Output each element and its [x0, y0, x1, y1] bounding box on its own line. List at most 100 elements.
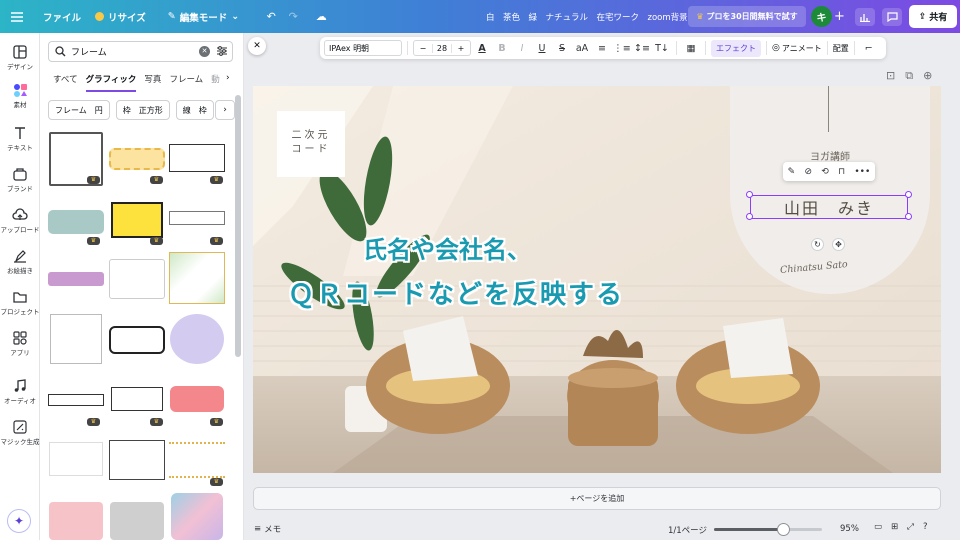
- rail-item-text[interactable]: テキスト: [0, 126, 40, 152]
- graphic-thumbnail[interactable]: [109, 326, 165, 354]
- graphic-thumbnail[interactable]: [109, 148, 165, 170]
- page-counter[interactable]: 1/1ページ: [668, 524, 707, 536]
- copy-style-icon[interactable]: ⊘: [804, 167, 812, 177]
- font-size-value[interactable]: 28: [432, 43, 452, 53]
- letter-case-icon[interactable]: aA: [573, 43, 591, 54]
- graphic-thumbnail[interactable]: [169, 252, 225, 304]
- graphic-thumbnail[interactable]: [50, 314, 102, 364]
- position-button[interactable]: 配置: [833, 43, 849, 54]
- rail-item-apps[interactable]: アプリ: [0, 331, 40, 357]
- graphic-thumbnail[interactable]: [169, 144, 225, 172]
- avatar[interactable]: キ: [811, 6, 832, 27]
- rail-item-brand[interactable]: ブランド: [0, 167, 40, 193]
- graphic-thumbnail[interactable]: [49, 442, 103, 476]
- bullet-list-icon[interactable]: ⋮≡: [613, 43, 631, 54]
- paint-format-icon[interactable]: ⌐: [860, 43, 878, 54]
- share-button[interactable]: ⇪ 共有: [909, 5, 957, 28]
- qr-code-placeholder[interactable]: 二次元 コード: [277, 111, 345, 177]
- file-menu[interactable]: ファイル: [36, 5, 88, 29]
- graphic-thumbnail[interactable]: [111, 387, 163, 411]
- graphic-thumbnail[interactable]: [170, 386, 224, 412]
- graphic-thumbnail[interactable]: [169, 442, 225, 478]
- undo-icon[interactable]: ↶: [260, 6, 282, 28]
- tab-frames[interactable]: フレーム: [169, 73, 203, 92]
- transparency-icon[interactable]: ▦: [682, 43, 700, 54]
- zoom-slider[interactable]: [714, 523, 822, 536]
- cloud-save-icon[interactable]: ☁: [310, 6, 332, 28]
- redo-icon[interactable]: ↷: [282, 6, 304, 28]
- underline-icon[interactable]: U: [533, 43, 551, 54]
- magic-assistant-button[interactable]: ✦: [7, 509, 31, 533]
- vertical-text-icon[interactable]: T↓: [653, 43, 671, 54]
- strikethrough-icon[interactable]: S: [553, 43, 571, 54]
- bold-icon[interactable]: B: [493, 43, 511, 54]
- resize-handle[interactable]: [905, 191, 912, 198]
- rail-item-magic[interactable]: マジック生成: [0, 420, 40, 446]
- comment-add-icon[interactable]: ⟲: [821, 167, 829, 177]
- hamburger-icon[interactable]: [6, 6, 28, 28]
- help-icon[interactable]: ?: [923, 522, 928, 532]
- add-page-icon[interactable]: ⊕: [923, 69, 932, 83]
- lock-icon[interactable]: ⊓: [838, 167, 845, 177]
- graphic-thumbnail[interactable]: [170, 314, 224, 364]
- rail-item-elements[interactable]: 素材: [0, 83, 40, 109]
- rotate-icon[interactable]: ↻: [811, 238, 824, 251]
- tab-video[interactable]: 動: [211, 73, 220, 92]
- graphic-thumbnail[interactable]: [49, 502, 103, 540]
- chips-next-chevron-icon[interactable]: ›: [215, 100, 235, 120]
- animate-button[interactable]: アニメート: [782, 43, 822, 54]
- chip-frame-square[interactable]: 枠 正方形: [115, 100, 170, 120]
- font-family-select[interactable]: IPAex 明朝: [324, 40, 402, 56]
- grid-view-icon[interactable]: ⊞: [891, 522, 898, 532]
- panel-scrollbar[interactable]: [235, 95, 241, 357]
- italic-icon[interactable]: I: [513, 43, 531, 54]
- zoom-level[interactable]: 95%: [840, 524, 859, 534]
- zoom-slider-handle[interactable]: [777, 523, 791, 536]
- filter-sliders-icon[interactable]: [216, 45, 228, 57]
- text-color-icon[interactable]: A: [473, 43, 491, 54]
- job-title-text[interactable]: ヨガ講師: [790, 148, 870, 163]
- move-icon[interactable]: ✥: [832, 238, 845, 251]
- name-text-selected[interactable]: 山田 みき: [750, 195, 908, 219]
- tab-all[interactable]: すべて: [53, 73, 78, 92]
- lock-icon[interactable]: ⊡: [886, 69, 895, 83]
- graphic-thumbnail[interactable]: [111, 202, 163, 238]
- clear-search-icon[interactable]: ✕: [199, 46, 210, 57]
- add-page-button[interactable]: +ページを追加: [253, 487, 941, 510]
- graphic-thumbnail[interactable]: [171, 493, 223, 540]
- add-collaborator-icon[interactable]: +: [834, 9, 845, 24]
- line-spacing-icon[interactable]: ↕≡: [633, 43, 651, 54]
- rail-item-projects[interactable]: プロジェクト: [0, 290, 40, 316]
- rail-item-draw[interactable]: お絵描き: [0, 249, 40, 275]
- graphic-thumbnail[interactable]: [169, 211, 225, 225]
- close-panel-icon[interactable]: ✕: [248, 37, 266, 55]
- graphic-thumbnail[interactable]: [109, 259, 165, 299]
- analytics-icon[interactable]: [855, 8, 875, 26]
- resize-handle[interactable]: [746, 213, 753, 220]
- font-size-stepper[interactable]: − 28 +: [413, 40, 471, 56]
- resize-button[interactable]: リサイズ: [88, 5, 153, 29]
- edit-mode-dropdown[interactable]: ✎ 編集モード ⌄: [161, 5, 246, 29]
- font-size-increase[interactable]: +: [452, 44, 470, 53]
- resize-handle[interactable]: [746, 191, 753, 198]
- tabs-next-chevron-icon[interactable]: ›: [226, 73, 230, 83]
- graphic-thumbnail[interactable]: [110, 502, 164, 540]
- graphic-thumbnail[interactable]: [48, 210, 104, 234]
- rail-item-upload[interactable]: アップロード: [0, 208, 40, 234]
- align-center-icon[interactable]: ≡: [593, 43, 611, 54]
- font-size-decrease[interactable]: −: [414, 44, 432, 53]
- fullscreen-icon[interactable]: ⤢: [907, 522, 914, 532]
- search-input[interactable]: フレーム ✕: [48, 41, 233, 62]
- effects-button[interactable]: エフェクト: [711, 39, 761, 57]
- chip-frame-circle[interactable]: フレーム 円: [48, 100, 110, 120]
- tab-photos[interactable]: 写真: [144, 73, 161, 92]
- graphic-thumbnail[interactable]: [109, 440, 165, 480]
- rail-item-design[interactable]: デザイン: [0, 45, 40, 71]
- comment-icon[interactable]: [882, 8, 902, 26]
- graphic-thumbnail[interactable]: [48, 394, 104, 406]
- notes-button[interactable]: ≡ メモ: [254, 523, 281, 535]
- pro-trial-button[interactable]: ♛ プロを30日間無料で試す: [688, 6, 806, 27]
- chip-line-frame[interactable]: 線 枠: [175, 100, 214, 120]
- page-view-icon[interactable]: ▭: [874, 522, 882, 532]
- magic-edit-icon[interactable]: ✎: [788, 167, 796, 177]
